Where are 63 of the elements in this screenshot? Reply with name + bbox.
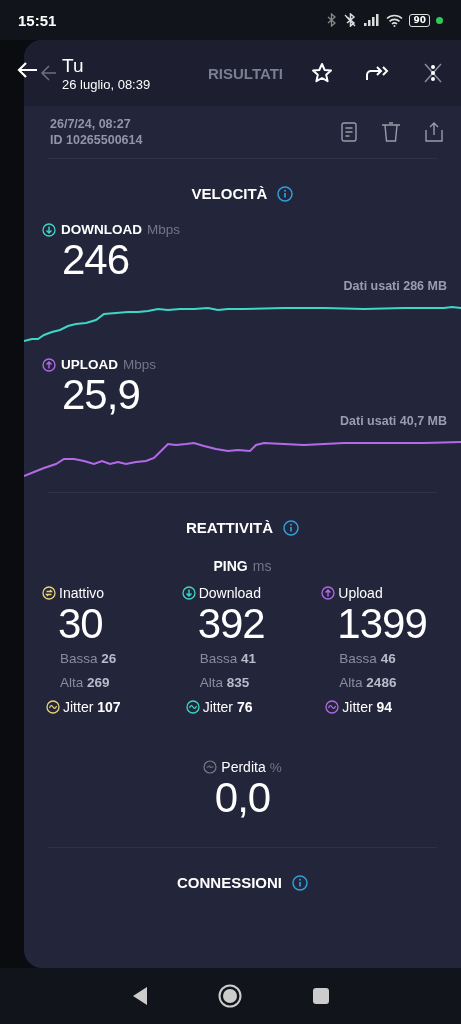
ping-value: 392 bbox=[197, 601, 265, 647]
low-ping: Bassa 26 bbox=[60, 650, 117, 668]
nav-back-button[interactable] bbox=[131, 986, 148, 1006]
ping-type-label: Upload bbox=[338, 585, 383, 601]
high-ping: Alta 835 bbox=[199, 674, 250, 692]
delete-button[interactable] bbox=[381, 122, 401, 142]
circle-icon bbox=[217, 984, 242, 1008]
triangle-icon bbox=[131, 986, 148, 1006]
unit-label: ms bbox=[252, 558, 272, 574]
result-date: 26/7/24, 08:27 bbox=[50, 116, 132, 132]
wifi-icon bbox=[386, 13, 404, 27]
share-button[interactable] bbox=[425, 122, 443, 142]
ping-label: PING bbox=[213, 558, 248, 574]
close-icon bbox=[423, 62, 443, 84]
packet-loss-icon bbox=[203, 760, 218, 774]
metric-label: DOWNLOAD bbox=[61, 222, 142, 237]
star-icon bbox=[311, 62, 333, 84]
nav-recents-button[interactable] bbox=[311, 987, 330, 1005]
details-button[interactable] bbox=[341, 122, 357, 142]
download-arrow-icon bbox=[42, 222, 56, 237]
section-title: CONNESSIONI bbox=[177, 874, 282, 891]
section-title: REATTIVITÀ bbox=[185, 519, 274, 536]
speed-value: 246 bbox=[62, 236, 130, 283]
jitter-value: Jitter 76 bbox=[202, 698, 253, 717]
nav-home-button[interactable] bbox=[217, 984, 242, 1008]
chat-date: 26 luglio, 08:39 bbox=[62, 76, 152, 92]
unit-label: % bbox=[269, 759, 282, 775]
chat-title: Tu bbox=[62, 54, 85, 77]
ping-type-label: Download bbox=[198, 585, 261, 601]
data-used-label: Dati usati 40,7 MB bbox=[340, 414, 447, 428]
low-ping: Bassa 41 bbox=[199, 650, 256, 668]
ping-value: 30 bbox=[58, 601, 103, 647]
trash-icon bbox=[381, 122, 401, 142]
screen-title: RISULTATI bbox=[207, 64, 283, 82]
transfer-arrows-icon bbox=[42, 586, 56, 600]
square-icon bbox=[311, 987, 330, 1005]
info-icon[interactable] bbox=[277, 185, 294, 202]
loss-label: Perdita bbox=[221, 759, 266, 775]
camera-indicator-dot bbox=[436, 16, 443, 24]
section-title: VELOCITÀ bbox=[191, 185, 268, 202]
battery-indicator: 90 bbox=[409, 13, 430, 27]
ping-value: 1399 bbox=[337, 601, 427, 647]
status-time: 15:51 bbox=[18, 11, 58, 29]
jitter-value: Jitter 107 bbox=[63, 698, 121, 717]
forward-icon bbox=[365, 64, 391, 82]
unit-label: Mbps bbox=[123, 357, 156, 372]
jitter-value: Jitter 94 bbox=[342, 698, 393, 717]
upload-arrow-icon bbox=[42, 357, 56, 372]
metric-label: UPLOAD bbox=[61, 357, 118, 372]
high-ping: Alta 269 bbox=[60, 674, 110, 692]
low-ping: Bassa 46 bbox=[339, 650, 396, 668]
info-icon[interactable] bbox=[283, 519, 300, 536]
document-icon bbox=[341, 122, 357, 142]
high-ping: Alta 2486 bbox=[339, 674, 397, 692]
loss-value: 0,0 bbox=[214, 775, 271, 821]
result-id: ID 10265500614 bbox=[50, 132, 144, 148]
data-used-label: Dati usati 286 MB bbox=[343, 279, 447, 293]
signal-icon bbox=[364, 14, 381, 26]
speed-value: 25,9 bbox=[62, 371, 140, 418]
share-icon bbox=[425, 122, 443, 142]
unit-label: Mbps bbox=[147, 222, 180, 237]
info-icon[interactable] bbox=[292, 874, 308, 891]
ping-type-label: Inattivo bbox=[59, 585, 105, 601]
